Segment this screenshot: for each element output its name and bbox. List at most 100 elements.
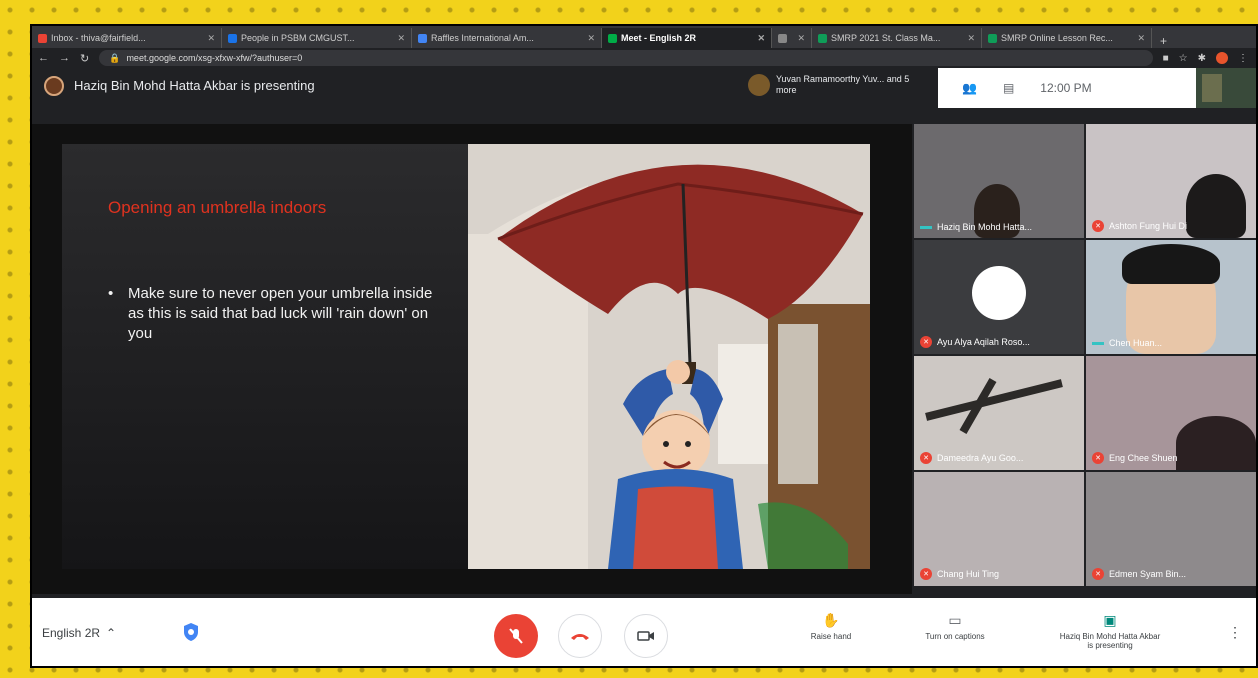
mic-toggle-button[interactable]	[494, 614, 538, 658]
extensions-area: ■ ☆ ✱ ⋮	[1163, 52, 1256, 64]
reload-icon[interactable]: ↻	[80, 52, 89, 65]
close-icon[interactable]: ✕	[397, 33, 405, 44]
participant-tile[interactable]: ✕ Eng Chee Shuen	[1086, 356, 1256, 470]
participant-tile[interactable]: Haziq Bin Mohd Hatta...	[914, 124, 1084, 238]
mic-off-icon	[509, 628, 523, 644]
slide-title: Opening an umbrella indoors	[108, 198, 327, 217]
browser-tab[interactable]: SMRP Online Lesson Rec... ✕	[982, 28, 1152, 48]
muted-mic-icon: ✕	[920, 568, 932, 580]
participant-tile[interactable]: ✕ Chang Hui Ting	[914, 472, 1084, 586]
meeting-control-bar: English 2R ⌃ ✋ Raise hand ▭ Turn on capt…	[32, 598, 1256, 666]
participant-name: Haziq Bin Mohd Hatta...	[920, 222, 1032, 232]
close-icon[interactable]: ✕	[1137, 33, 1145, 44]
meet-top-bar: 👥 ▤ 12:00 PM	[938, 68, 1228, 108]
participant-tile[interactable]: ✕ Dameedra Ayu Goo...	[914, 356, 1084, 470]
tab-label: SMRP Online Lesson Rec...	[1001, 33, 1113, 43]
gmail-icon	[38, 33, 47, 43]
avatar	[972, 266, 1026, 320]
umbrella-photo	[468, 144, 870, 569]
speaking-indicator-icon	[1092, 341, 1104, 345]
profile-avatar[interactable]	[1216, 52, 1228, 64]
presenting-label: Haziq Bin Mohd Hatta Akbar	[1059, 632, 1161, 641]
participant-name: ✕ Ashton Fung Hui Di	[1092, 220, 1187, 232]
umbrella-child-illustration	[468, 144, 870, 569]
browser-tab[interactable]: Inbox - thiva@fairfield... ✕	[32, 28, 222, 48]
slide-bullet: Make sure to never open your umbrella in…	[108, 284, 438, 344]
close-icon[interactable]: ✕	[797, 33, 805, 44]
muted-mic-icon: ✕	[1092, 452, 1104, 464]
leave-call-button[interactable]	[558, 614, 602, 658]
more-options-icon[interactable]: ⋮	[1228, 624, 1242, 641]
participant-tile[interactable]: Chen Huan...	[1086, 240, 1256, 354]
url-text: meet.google.com/xsg-xfxw-xfw/?authuser=0	[126, 53, 303, 63]
participant-tile[interactable]: ✕ Ashton Fung Hui Di	[1086, 124, 1256, 238]
hand-icon: ✋	[822, 612, 840, 628]
presentation-slide: Opening an umbrella indoors Make sure to…	[62, 144, 870, 569]
tab-label: Inbox - thiva@fairfield...	[51, 33, 146, 43]
tab-label: SMRP 2021 St. Class Ma...	[831, 33, 941, 43]
people-icon[interactable]: 👥	[962, 81, 977, 95]
participant-tile[interactable]: ✕ Ayu Alya Aqilah Roso...	[914, 240, 1084, 354]
site-icon	[778, 33, 787, 43]
also-presenting-chip[interactable]: Yuvan Ramamoorthy Yuv... and 5 more	[748, 74, 918, 96]
address-bar[interactable]: 🔒 meet.google.com/xsg-xfxw-xfw/?authuser=…	[99, 50, 1153, 66]
new-tab-button[interactable]: +	[1152, 34, 1175, 48]
close-icon[interactable]: ✕	[207, 33, 215, 44]
chevron-up-icon: ⌃	[106, 626, 117, 640]
browser-tab[interactable]: Raffles International Am... ✕	[412, 28, 602, 48]
participant-avatar	[748, 74, 770, 96]
browser-toolbar: ← → ↻ 🔒 meet.google.com/xsg-xfxw-xfw/?aut…	[32, 48, 1256, 68]
meeting-clock: 12:00 PM	[1040, 81, 1092, 95]
captions-icon: ▭	[948, 612, 962, 628]
meeting-details-button[interactable]: English 2R ⌃	[42, 626, 116, 640]
camera-toggle-button[interactable]	[624, 614, 668, 658]
participant-grid: Haziq Bin Mohd Hatta... ✕ Ashton Fung Hui…	[914, 124, 1256, 600]
classroom-icon	[228, 33, 237, 43]
participant-tile[interactable]: ✕ Edmen Syam Bin...	[1086, 472, 1256, 586]
menu-icon[interactable]: ⋮	[1238, 53, 1248, 64]
captions-label: Turn on captions	[925, 632, 985, 641]
camera-icon	[637, 631, 654, 641]
muted-mic-icon: ✕	[920, 452, 932, 464]
self-view-thumbnail[interactable]	[1196, 68, 1256, 108]
close-icon[interactable]: ✕	[587, 33, 595, 44]
speaking-indicator-icon	[920, 225, 932, 229]
presenting-label-sub: is presenting	[1087, 641, 1133, 650]
back-arrow-icon[interactable]: ←	[38, 52, 49, 64]
participant-name: ✕ Edmen Syam Bin...	[1092, 568, 1186, 580]
close-icon[interactable]: ✕	[967, 33, 975, 44]
presenting-button[interactable]: ▣ Haziq Bin Mohd Hatta Akbar is presenti…	[1044, 612, 1176, 650]
participant-name: ✕ Dameedra Ayu Goo...	[920, 452, 1023, 464]
forward-arrow-icon[interactable]: →	[59, 52, 70, 64]
tab-label: People in PSBM CMGUST...	[241, 33, 355, 43]
lock-icon: 🔒	[109, 52, 121, 63]
participant-name: ✕ Ayu Alya Aqilah Roso...	[920, 336, 1030, 348]
camera-indicator-icon[interactable]: ■	[1163, 53, 1169, 64]
browser-tab-bar: Inbox - thiva@fairfield... ✕ People in PS…	[32, 26, 1256, 48]
also-presenting-text: Yuvan Ramamoorthy Yuv... and 5 more	[776, 74, 910, 95]
chat-icon[interactable]: ▤	[1003, 81, 1014, 95]
sheets-icon	[988, 33, 997, 43]
screen: Inbox - thiva@fairfield... ✕ People in PS…	[30, 24, 1258, 668]
raise-hand-label: Raise hand	[810, 632, 852, 641]
present-screen-icon: ▣	[1103, 612, 1117, 628]
browser-tab[interactable]: SMRP 2021 St. Class Ma... ✕	[812, 28, 982, 48]
hang-up-icon	[571, 634, 589, 640]
muted-mic-icon: ✕	[1092, 568, 1104, 580]
slide-bullet-list: Make sure to never open your umbrella in…	[108, 284, 438, 344]
raise-hand-button[interactable]: ✋ Raise hand	[776, 612, 886, 641]
browser-tab[interactable]: People in PSBM CMGUST... ✕	[222, 28, 412, 48]
captions-button[interactable]: ▭ Turn on captions	[900, 612, 1010, 641]
star-icon[interactable]: ☆	[1179, 53, 1188, 64]
muted-mic-icon: ✕	[1092, 220, 1104, 232]
close-icon[interactable]: ✕	[757, 33, 765, 44]
presenting-banner: Haziq Bin Mohd Hatta Akbar is presenting	[74, 78, 315, 93]
tab-label: Raffles International Am...	[431, 33, 534, 43]
meet-icon	[608, 33, 617, 43]
browser-tab-meet[interactable]: Meet - English 2R ✕	[602, 28, 772, 48]
host-controls-shield-icon[interactable]	[182, 622, 200, 647]
extensions-icon[interactable]: ✱	[1198, 53, 1206, 64]
sheets-icon	[818, 33, 827, 43]
browser-tab[interactable]: ✕	[772, 28, 812, 48]
muted-mic-icon: ✕	[920, 336, 932, 348]
